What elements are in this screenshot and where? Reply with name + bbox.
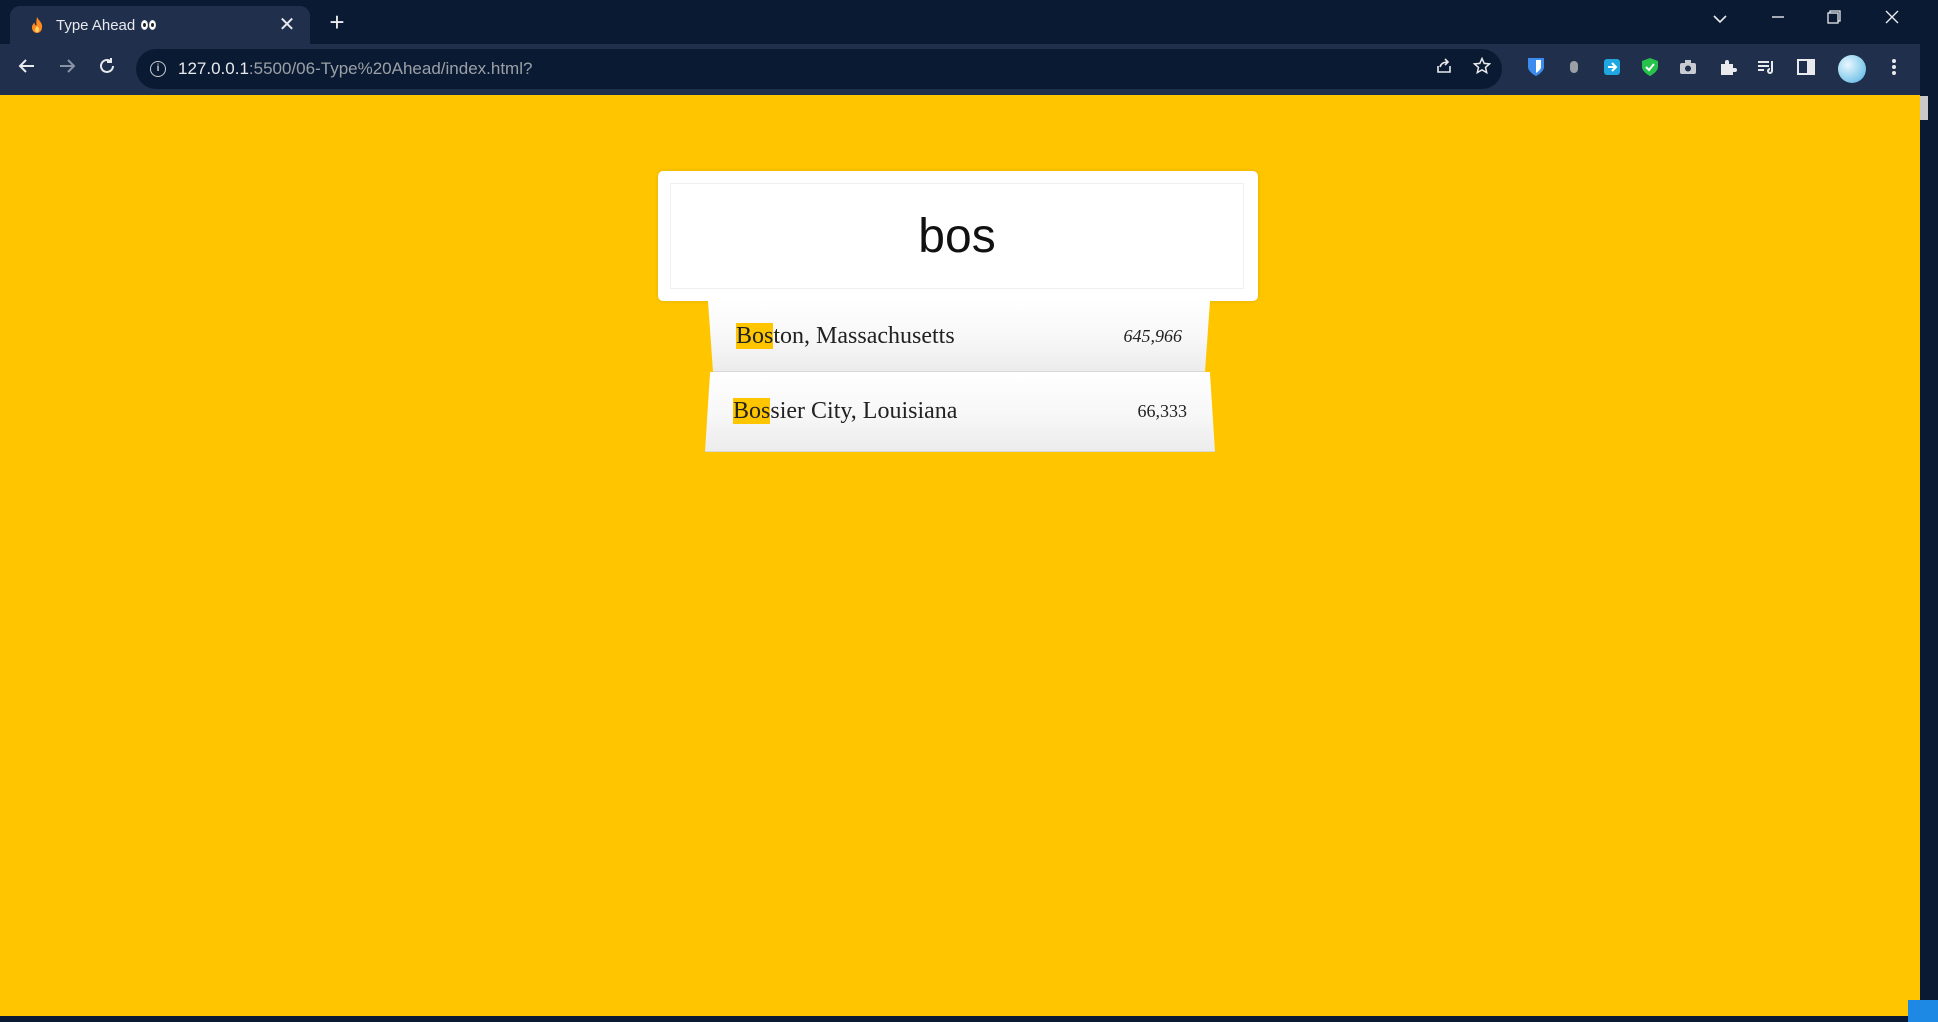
side-panel-icon[interactable] (1794, 56, 1818, 80)
mouse-extension-icon[interactable] (1562, 56, 1586, 80)
eye-icon (149, 20, 157, 30)
match-highlight: Bos (733, 398, 771, 424)
back-arrow-icon[interactable] (12, 54, 42, 84)
tab-strip: Type Ahead ✕ + (0, 0, 1920, 44)
population: 645,966 (1123, 325, 1183, 346)
window-edge (1920, 0, 1938, 1022)
translate-extension-icon[interactable] (1600, 56, 1624, 80)
fire-favicon-icon (28, 16, 46, 34)
scrollbar-thumb[interactable] (1920, 96, 1928, 120)
eye-icon (141, 20, 149, 30)
population: 66,333 (1137, 401, 1188, 421)
star-icon[interactable] (1470, 56, 1494, 81)
tab-type-ahead[interactable]: Type Ahead ✕ (10, 6, 310, 44)
close-tab-icon[interactable]: ✕ (276, 15, 298, 35)
reload-icon[interactable] (92, 54, 122, 84)
tab-title: Type Ahead (56, 16, 136, 34)
suggestion-item[interactable]: Bossier City, Louisiana 66,333 (705, 372, 1215, 452)
match-highlight: Bos (736, 322, 774, 349)
puzzle-icon[interactable] (1716, 56, 1740, 80)
suggestion-place: Bossier City, Louisiana (733, 398, 957, 425)
search-form (658, 171, 1258, 301)
url-path: :5500/06-Type%20Ahead/index.html? (248, 59, 533, 78)
profile-avatar[interactable] (1838, 55, 1866, 83)
tab-search-chevron-icon[interactable] (1700, 6, 1740, 34)
taskbar-accent (1908, 1000, 1938, 1022)
place-rest: ton, Massachusetts (773, 322, 955, 349)
suggestion-place: Boston, Massachusetts (736, 322, 955, 350)
forward-arrow-icon[interactable] (52, 54, 82, 84)
info-icon[interactable]: i (150, 61, 166, 77)
url-host: 127.0.0.1 (178, 59, 249, 78)
address-bar[interactable]: i 127.0.0.1:5500/06-Type%20Ahead/index.h… (136, 49, 1502, 89)
new-tab-button[interactable]: + (322, 8, 352, 38)
taskbar-edge (0, 1016, 1938, 1022)
place-rest: sier City, Louisiana (770, 398, 958, 424)
close-window-icon[interactable] (1872, 6, 1912, 34)
suggestion-item[interactable]: Boston, Massachusetts 645,966 (708, 301, 1210, 372)
menu-icon[interactable] (1882, 56, 1906, 80)
restore-icon[interactable] (1814, 6, 1854, 34)
eyes-emoji-icon (141, 20, 157, 30)
search-input[interactable] (670, 183, 1244, 289)
bitwarden-icon[interactable] (1524, 56, 1548, 80)
browser-toolbar: i 127.0.0.1:5500/06-Type%20Ahead/index.h… (0, 44, 1920, 95)
shield-check-icon[interactable] (1638, 56, 1662, 80)
minimize-icon[interactable] (1758, 6, 1798, 34)
media-control-icon[interactable] (1754, 56, 1778, 80)
camera-icon[interactable] (1676, 56, 1700, 80)
share-icon[interactable] (1432, 57, 1456, 81)
